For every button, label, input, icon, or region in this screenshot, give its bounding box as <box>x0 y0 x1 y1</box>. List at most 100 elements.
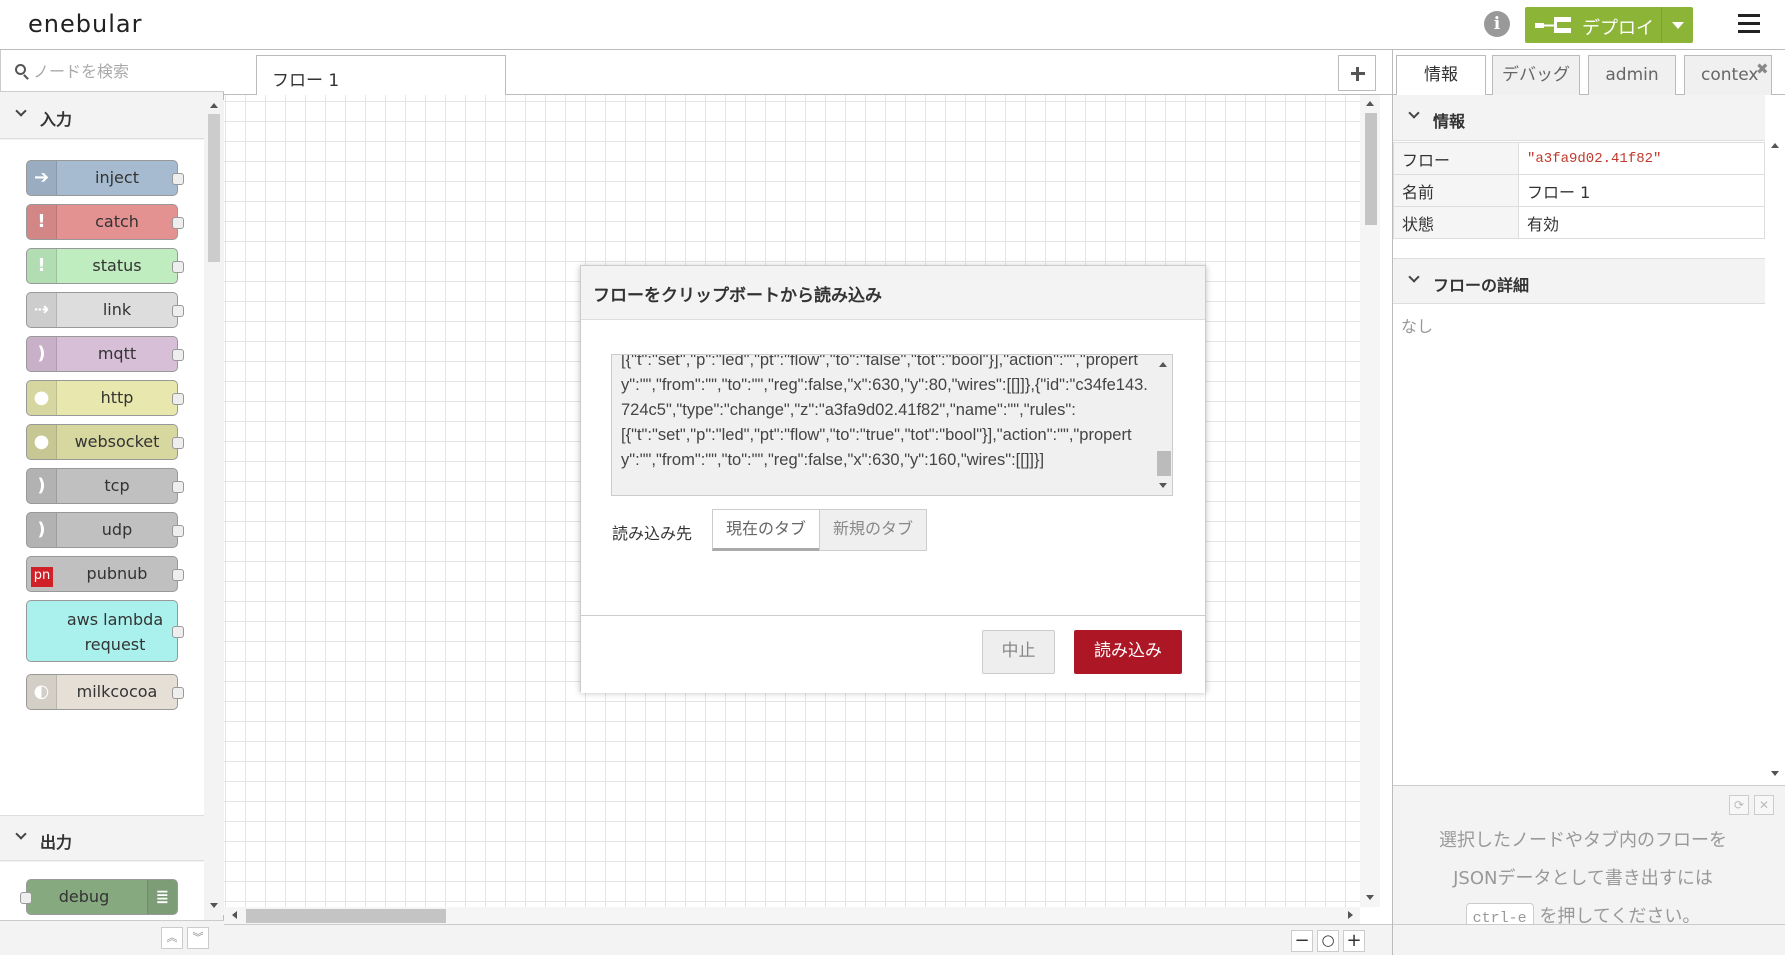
header: enebular i デプロイ <box>0 0 1785 50</box>
node-label: link <box>102 300 132 319</box>
category-input-header[interactable]: 入力 <box>0 93 204 139</box>
output-port[interactable] <box>172 261 184 273</box>
palette-node-tcp[interactable]: ) tcp <box>26 468 184 504</box>
main-menu-icon[interactable] <box>1738 14 1760 34</box>
deploy-button[interactable]: デプロイ <box>1525 7 1693 43</box>
palette-scrollbar[interactable] <box>204 100 224 915</box>
category-label: 出力 <box>40 833 73 852</box>
category-output-nodes: debug ≣ link ⇢ <box>0 862 204 920</box>
info-key: 名前 <box>1393 174 1519 207</box>
palette-node-catch[interactable]: ! catch <box>26 204 184 240</box>
debug-list-icon: ≣ <box>147 880 177 914</box>
palette-node-http[interactable]: ● http <box>26 380 184 416</box>
globe-icon: ● <box>27 425 57 459</box>
sidebar-tabs: 情報 デバッグ admin contex ✖ <box>1393 50 1785 96</box>
collapse-all-icon[interactable]: ︽ <box>161 927 183 949</box>
table-row: 状態 有効 <box>1393 206 1765 239</box>
output-port[interactable] <box>172 349 184 361</box>
search-input[interactable] <box>33 59 213 83</box>
output-port[interactable] <box>172 525 184 537</box>
output-port[interactable] <box>172 217 184 229</box>
category-input-nodes: ➔ inject ! catch ! status ⇢ link ) mqtt … <box>0 140 204 832</box>
section-label: フローの詳細 <box>1433 276 1530 295</box>
canvas-horizontal-scrollbar[interactable] <box>224 907 1360 924</box>
scroll-right-arrow[interactable] <box>1348 911 1353 919</box>
search-icon <box>15 64 26 75</box>
zoom-in-icon[interactable]: + <box>1343 930 1365 952</box>
refresh-icon[interactable]: ⟳ <box>1729 795 1749 815</box>
output-port[interactable] <box>172 626 184 638</box>
scroll-up-arrow[interactable] <box>1366 101 1374 106</box>
palette-node-debug[interactable]: debug ≣ <box>20 879 178 915</box>
palette-node-link[interactable]: ⇢ link <box>26 292 184 328</box>
flow-details-header[interactable]: フローの詳細 <box>1393 258 1765 304</box>
node-label: aws lambda request <box>66 610 164 654</box>
close-icon[interactable]: ✖ <box>1756 60 1769 78</box>
expand-all-icon[interactable]: ︾ <box>187 927 209 949</box>
category-output-header[interactable]: 出力 <box>0 815 204 861</box>
output-port[interactable] <box>172 687 184 699</box>
palette-node-mqtt[interactable]: ) mqtt <box>26 336 184 372</box>
help-line: JSONデータとして書き出すには <box>1453 868 1713 889</box>
tab-info[interactable]: 情報 <box>1396 55 1486 96</box>
output-port[interactable] <box>172 173 184 185</box>
sidebar-scrollbar[interactable] <box>1765 95 1785 785</box>
new-tab-button[interactable]: 新規のタブ <box>819 509 927 551</box>
workspace-tabs: フロー 1 <box>224 50 1392 96</box>
dialog-title-text: フローをクリップボートから読み込み <box>593 286 882 306</box>
import-button[interactable]: 読み込み <box>1074 630 1182 674</box>
close-icon[interactable]: ✕ <box>1754 795 1774 815</box>
cancel-button[interactable]: 中止 <box>982 630 1055 674</box>
palette-node-udp[interactable]: ) udp <box>26 512 184 548</box>
info-key: 状態 <box>1393 206 1519 239</box>
palette-node-aws-lambda-request[interactable]: aws lambda request <box>26 600 184 662</box>
palette-node-websocket[interactable]: ● websocket <box>26 424 184 460</box>
help-line: 選択したノードやタブ内のフローを <box>1439 830 1727 851</box>
canvas-vertical-scrollbar[interactable] <box>1360 95 1380 907</box>
palette-node-status[interactable]: ! status <box>26 248 184 284</box>
tab-admin[interactable]: admin <box>1588 55 1676 96</box>
tab-flow-1[interactable]: フロー 1 <box>256 55 506 96</box>
output-port[interactable] <box>172 481 184 493</box>
scroll-down-arrow[interactable] <box>1366 895 1374 900</box>
node-label: udp <box>101 520 133 539</box>
info-section-header[interactable]: 情報 <box>1393 95 1765 141</box>
output-port[interactable] <box>172 393 184 405</box>
palette-node-milkcocoa[interactable]: ◐ milkcocoa <box>26 674 184 710</box>
scroll-up-arrow[interactable] <box>1771 143 1779 148</box>
scroll-down-arrow[interactable] <box>1159 483 1167 488</box>
zoom-reset-icon[interactable]: ○ <box>1317 930 1339 952</box>
inject-arrow-icon: ➔ <box>27 161 57 195</box>
scroll-up-arrow[interactable] <box>1159 362 1167 367</box>
import-json-textarea[interactable]: [{"t":"set","p":"led","pt":"flow","to":"… <box>611 354 1173 496</box>
scroll-down-arrow[interactable] <box>1771 771 1779 776</box>
scroll-up-arrow[interactable] <box>210 103 218 108</box>
scroll-left-arrow[interactable] <box>232 911 237 919</box>
import-destination-label: 読み込み先 <box>612 524 693 543</box>
node-label: tcp <box>104 476 130 495</box>
scrollbar-thumb[interactable] <box>246 909 446 923</box>
zoom-out-icon[interactable]: − <box>1291 930 1313 952</box>
scroll-down-arrow[interactable] <box>210 903 218 908</box>
tab-debug[interactable]: デバッグ <box>1492 55 1580 96</box>
node-label: milkcocoa <box>76 682 158 701</box>
info-icon[interactable]: i <box>1484 11 1510 37</box>
bridge-icon: ) <box>27 513 57 547</box>
add-tab-button[interactable] <box>1338 55 1376 91</box>
palette-node-pubnub[interactable]: pn pubnub <box>26 556 184 592</box>
output-port[interactable] <box>172 569 184 581</box>
output-port[interactable] <box>172 437 184 449</box>
deploy-label: デプロイ <box>1582 18 1654 39</box>
textarea-scrollbar[interactable] <box>1154 355 1172 495</box>
node-label: status <box>92 256 142 275</box>
scrollbar-thumb[interactable] <box>1365 113 1377 225</box>
scrollbar-thumb[interactable] <box>1157 451 1171 476</box>
bridge-icon: ) <box>27 469 57 503</box>
scrollbar-thumb[interactable] <box>208 114 220 262</box>
current-tab-button[interactable]: 現在のタブ <box>712 509 820 551</box>
deploy-menu-caret[interactable] <box>1661 7 1693 43</box>
app-logo: enebular <box>28 10 143 38</box>
palette-node-inject[interactable]: ➔ inject <box>26 160 184 196</box>
output-port[interactable] <box>172 305 184 317</box>
node-label: debug <box>58 887 110 906</box>
